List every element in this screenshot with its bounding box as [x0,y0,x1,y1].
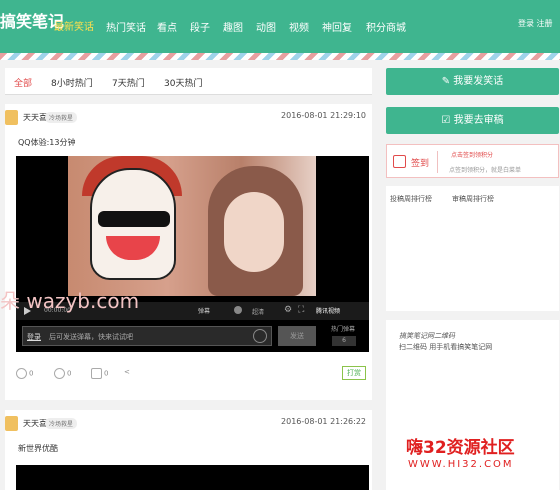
nav-gifs[interactable]: 动图 [256,19,276,34]
pencil-icon: ✎ [441,76,454,87]
video-player[interactable]: 00:00:00 弹幕 超清 ⚙ ⛶ 腾讯视频 登录 后可发送弹幕，快来试试吧 … [16,156,369,352]
site-header: 搞笑笔记 最新笑话 热门笑话 看点 段子 趣图 动图 视频 神回复 积分商城 登… [0,0,560,53]
avatar[interactable] [5,110,18,125]
sad-icon [54,368,65,379]
nav-hot-jokes[interactable]: 热门笑话 [106,19,146,34]
filter-tab-30d[interactable]: 30天热门 [164,76,202,89]
hot-danmu-label: 热门弹幕 [330,326,355,333]
nav-witty-replies[interactable]: 神回复 [322,19,352,34]
girl-face [224,192,284,272]
tab-review-rank[interactable]: 审稿周排行榜 [452,194,494,204]
like-button[interactable]: 0 [16,368,33,379]
like-count: 0 [29,369,34,378]
sign-in-box: 签到 点击签到领积分 点签到领积分，就是白菜单 [386,144,559,178]
danmu-placeholder: 后可发送弹幕，快来试试吧 [49,333,133,341]
tencent-video-logo: 腾讯视频 [316,308,341,315]
header-stripe [0,53,560,60]
gear-icon[interactable]: ⚙ [284,305,292,315]
tab-post-rank[interactable]: 投稿周排行榜 [390,194,432,204]
post-time: 2016-08-01 21:29:10 [281,111,366,120]
dislike-count: 0 [67,369,72,378]
login-label[interactable]: 登录 [518,19,534,28]
filter-bar: 全部 8小时热门 7天热门 30天热门 [5,68,372,95]
login-link[interactable]: 登录 注册 [518,18,553,29]
danmu-toggle[interactable]: 弹幕 [198,306,210,315]
nav-points-mall[interactable]: 积分商城 [366,19,406,34]
nav-highlights[interactable]: 看点 [157,19,177,34]
danmu-login-link[interactable]: 登录 [27,332,41,342]
watermark-url: WWW.HI32.COM [408,459,514,470]
comment-button[interactable]: 0 [91,368,108,379]
post-title[interactable]: 新世界优酷 [18,443,58,454]
watermark-left: 朵 wazyb.com [0,289,140,313]
sign-in-hint: 点击签到领积分 [451,152,494,159]
post-title[interactable]: QQ体验:13分钟 [18,137,75,148]
watermark-text: 嗨32资源社区 [406,438,515,458]
rank-panel: 投稿周排行榜 审稿周排行榜 [386,186,559,311]
calendar-icon [393,155,406,168]
post-card: 天天喜 冷场救星 2016-08-01 21:26:22 新世界优酷 [5,410,372,490]
smile-icon [16,368,27,379]
quality-select[interactable]: 超清 [252,307,264,316]
qr-title: 搞笑笔记网二维码 [399,332,455,340]
tip-button[interactable]: 打赏 [342,366,366,380]
nav-jokes-short[interactable]: 段子 [190,19,210,34]
post-joke-label: 我要发笑话 [453,76,504,87]
user-badge: 冷场救星 [45,418,78,429]
post-time: 2016-08-01 21:26:22 [281,417,366,426]
user-badge: 冷场救星 [45,112,78,123]
share-icon[interactable]: < [124,368,130,376]
danmu-input[interactable]: 登录 后可发送弹幕，快来试试吧 [22,326,272,346]
site-tagline: 最新笑话 [54,22,94,33]
sign-in-note: 点签到领积分，就是白菜单 [449,167,522,174]
filter-tab-7d[interactable]: 7天热门 [112,76,145,89]
dislike-button[interactable]: 0 [54,368,71,379]
danmu-send-button[interactable]: 发送 [278,326,316,346]
avatar[interactable] [5,416,18,431]
post-username[interactable]: 天天喜 [23,112,47,123]
cartoon-glasses [98,211,170,227]
review-icon: ☑ [441,115,454,126]
divider [437,151,438,173]
review-label: 我要去审稿 [453,115,504,126]
fullscreen-icon[interactable]: ⛶ [298,305,304,315]
post-card: 天天喜 冷场救星 2016-08-01 21:29:10 QQ体验:13分钟 0… [5,104,372,400]
comment-count: 0 [104,369,109,378]
comment-icon [91,368,102,379]
post-joke-button[interactable]: ✎ 我要发笑话 [386,68,559,95]
qr-subtitle: 扫二维码 用手机看搞笑笔记网 [399,343,493,351]
nav-funny-images[interactable]: 趣图 [223,19,243,34]
review-button[interactable]: ☑ 我要去审稿 [386,107,559,134]
video-player[interactable] [16,465,369,490]
filter-tab-all[interactable]: 全部 [14,76,32,89]
register-label[interactable]: 注册 [537,19,553,28]
hot-danmu-count[interactable]: 6 [332,336,356,346]
sign-in-button[interactable]: 签到 [411,156,429,169]
video-thumbnail[interactable] [68,156,316,296]
volume-icon[interactable] [234,306,242,314]
filter-tab-8h[interactable]: 8小时热门 [51,76,93,89]
nav-videos[interactable]: 视频 [289,19,309,34]
post-username[interactable]: 天天喜 [23,418,47,429]
emoji-icon[interactable] [253,329,267,343]
